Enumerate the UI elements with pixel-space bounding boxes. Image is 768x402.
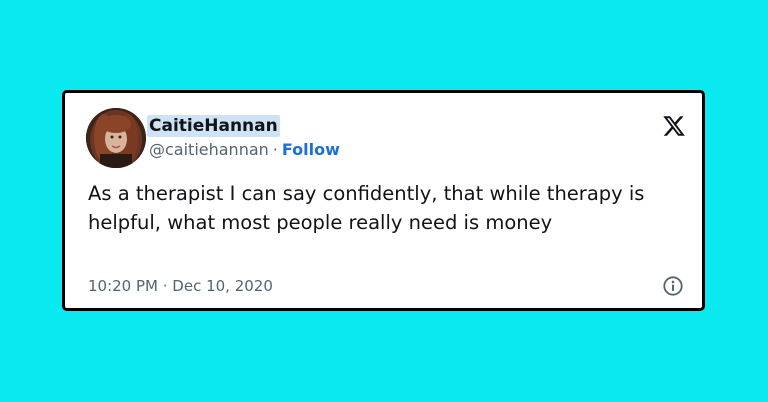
display-name[interactable]: CaitieHannan [147,115,280,137]
avatar-photo [86,108,146,168]
handle-row: @caitiehannan · Follow [149,140,340,160]
info-icon[interactable] [662,275,684,297]
follow-button[interactable]: Follow [282,140,340,159]
x-logo-icon[interactable] [662,114,686,138]
separator-dot: · [272,140,278,159]
tweet-timestamp[interactable]: 10:20 PM · Dec 10, 2020 [88,276,273,296]
handle[interactable]: @caitiehannan [149,140,269,159]
avatar[interactable] [86,108,146,168]
tweet-card: CaitieHannan @caitiehannan · Follow As a t… [62,90,705,311]
tweet-text: As a therapist I can say confidently, th… [88,182,645,234]
